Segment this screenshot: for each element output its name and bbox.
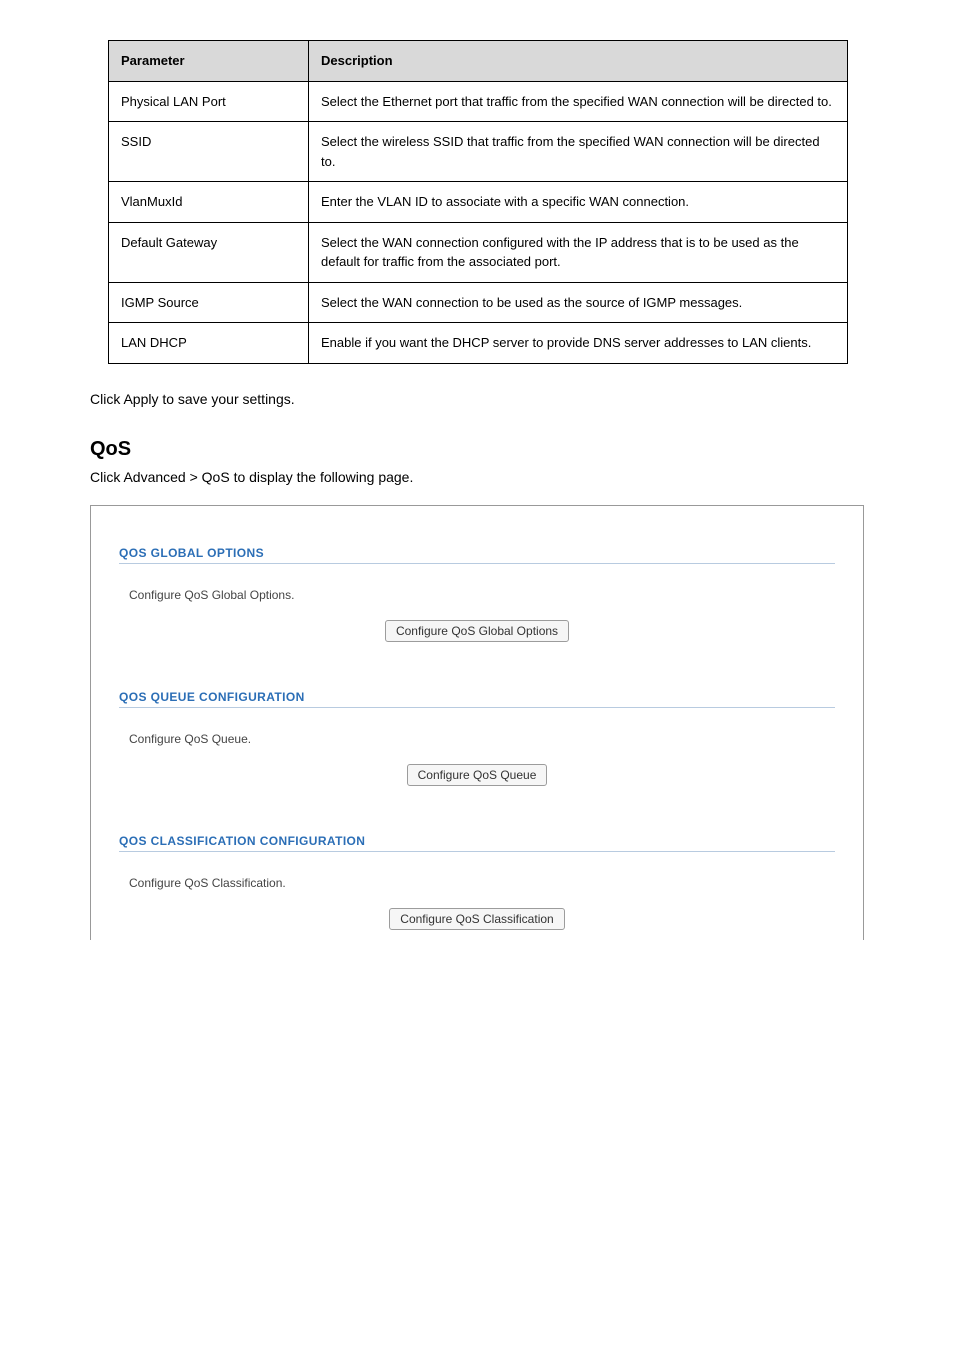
table-row: LAN DHCP Enable if you want the DHCP ser…: [109, 323, 848, 364]
param-name: Default Gateway: [109, 222, 309, 282]
table-row: Default Gateway Select the WAN connectio…: [109, 222, 848, 282]
col-parameter: Parameter: [109, 41, 309, 82]
param-name: IGMP Source: [109, 282, 309, 323]
configure-qos-queue-button[interactable]: Configure QoS Queue: [407, 764, 548, 786]
qos-global-title: QOS GLOBAL OPTIONS: [119, 546, 835, 564]
qos-global-desc: Configure QoS Global Options.: [129, 588, 835, 602]
param-name: VlanMuxId: [109, 182, 309, 223]
param-desc: Enable if you want the DHCP server to pr…: [309, 323, 848, 364]
configure-qos-classification-button[interactable]: Configure QoS Classification: [389, 908, 564, 930]
qos-nav-note: Click Advanced > QoS to display the foll…: [90, 469, 864, 485]
param-name: LAN DHCP: [109, 323, 309, 364]
param-name: Physical LAN Port: [109, 81, 309, 122]
table-row: SSID Select the wireless SSID that traff…: [109, 122, 848, 182]
after-table-note: Click Apply to save your settings.: [90, 388, 864, 410]
qos-queue-title: QOS QUEUE CONFIGURATION: [119, 690, 835, 708]
param-desc: Select the WAN connection configured wit…: [309, 222, 848, 282]
parameter-table: Parameter Description Physical LAN Port …: [108, 40, 848, 364]
table-row: VlanMuxId Enter the VLAN ID to associate…: [109, 182, 848, 223]
param-name: SSID: [109, 122, 309, 182]
qos-queue-section: QOS QUEUE CONFIGURATION Configure QoS Qu…: [119, 690, 835, 786]
param-desc: Enter the VLAN ID to associate with a sp…: [309, 182, 848, 223]
param-desc: Select the Ethernet port that traffic fr…: [309, 81, 848, 122]
qos-page-screenshot: QOS GLOBAL OPTIONS Configure QoS Global …: [90, 505, 864, 940]
qos-classification-desc: Configure QoS Classification.: [129, 876, 835, 890]
table-row: Physical LAN Port Select the Ethernet po…: [109, 81, 848, 122]
qos-heading: QoS: [90, 438, 864, 461]
configure-qos-global-button[interactable]: Configure QoS Global Options: [385, 620, 569, 642]
qos-classification-section: QOS CLASSIFICATION CONFIGURATION Configu…: [119, 834, 835, 930]
table-row: IGMP Source Select the WAN connection to…: [109, 282, 848, 323]
qos-queue-desc: Configure QoS Queue.: [129, 732, 835, 746]
qos-classification-title: QOS CLASSIFICATION CONFIGURATION: [119, 834, 835, 852]
param-desc: Select the WAN connection to be used as …: [309, 282, 848, 323]
col-description: Description: [309, 41, 848, 82]
qos-global-section: QOS GLOBAL OPTIONS Configure QoS Global …: [119, 546, 835, 642]
param-desc: Select the wireless SSID that traffic fr…: [309, 122, 848, 182]
